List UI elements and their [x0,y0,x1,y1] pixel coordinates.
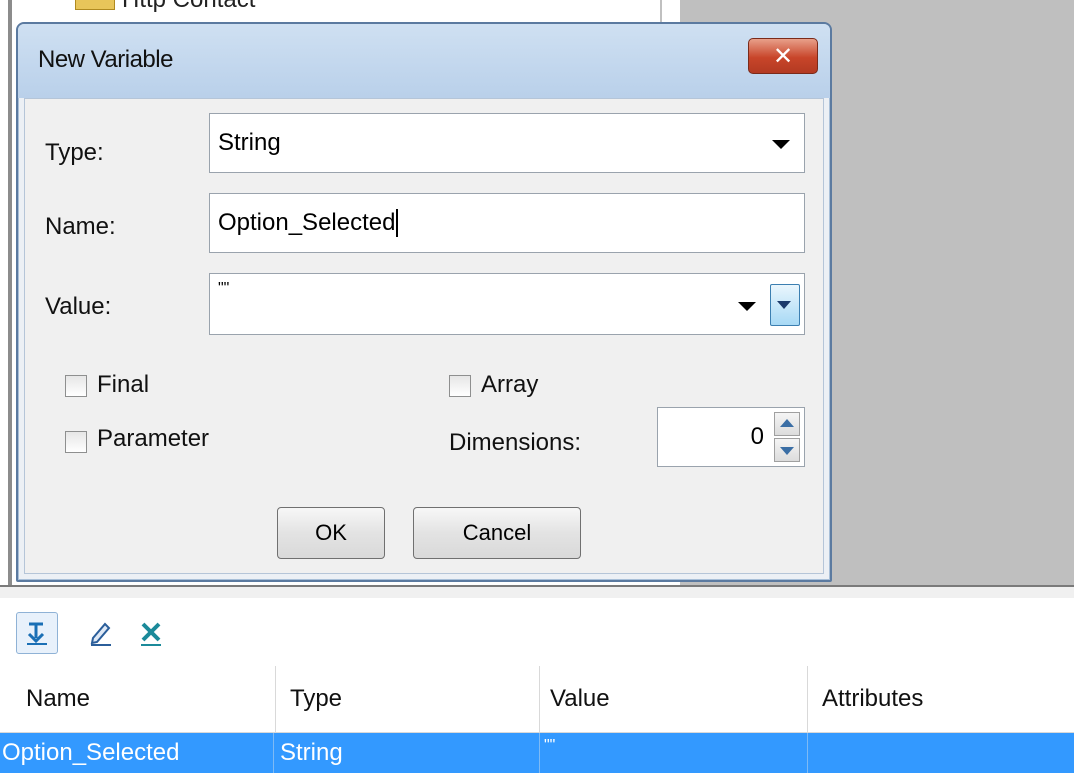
ok-button[interactable]: OK [277,507,385,559]
dialog-title: New Variable [38,46,173,73]
dimensions-value: 0 [750,423,764,450]
name-value: Option_Selected [218,209,396,236]
edit-variable-button[interactable] [80,612,122,654]
name-input[interactable]: Option_Selected [209,193,805,253]
value-label: Value: [45,293,112,320]
dialog-titlebar[interactable]: New Variable ✕ [18,24,830,98]
close-button[interactable]: ✕ [748,38,818,74]
edit-pencil-icon [90,622,111,646]
chevron-down-icon [772,140,790,149]
name-label: Name: [45,213,116,240]
spin-up-icon [780,419,794,427]
column-header-value[interactable]: Value [540,666,808,732]
value-combobox[interactable]: "" [209,273,805,335]
type-dropdown[interactable]: String [209,113,805,173]
new-variable-dialog: New Variable ✕ Type: String Name: Option… [16,22,832,582]
spin-down-icon [780,447,794,455]
final-checkbox[interactable] [65,375,87,397]
variables-pane: Name Type Value Attributes Option_Select… [0,598,1074,773]
cell-value: "" [540,733,808,773]
cancel-button[interactable]: Cancel [413,507,581,559]
tree-item-http-contact[interactable]: Http Contact [122,0,255,14]
pane-splitter[interactable] [0,585,1074,599]
chevron-down-icon [738,302,756,311]
type-value: String [218,129,281,156]
value-text: "" [218,280,230,297]
table-row[interactable]: Option_Selected String "" [0,733,1074,773]
array-label: Array [481,371,539,398]
folder-icon [75,0,115,10]
text-cursor [396,209,399,237]
type-label: Type: [45,139,104,166]
column-header-type[interactable]: Type [276,666,540,732]
parameter-label: Parameter [97,425,210,452]
dimensions-label: Dimensions: [449,429,582,456]
close-icon: ✕ [772,42,794,70]
cell-type: String [274,733,540,773]
final-label: Final [97,371,150,398]
tree-border [8,0,12,590]
parameter-checkbox[interactable] [65,431,87,453]
cell-attributes [808,733,1074,773]
column-header-name[interactable]: Name [18,666,276,732]
delete-x-icon [141,622,161,646]
table-header: Name Type Value Attributes [0,666,1074,733]
variables-toolbar [0,598,1074,664]
cell-name: Option_Selected [0,733,274,773]
add-variable-icon [27,622,47,645]
dialog-body: Type: String Name: Option_Selected Value… [24,98,824,574]
dimensions-spinner[interactable]: 0 [657,407,805,467]
array-checkbox[interactable] [449,375,471,397]
value-dropdown-button[interactable] [770,284,800,326]
spin-up-button[interactable] [774,412,800,436]
delete-variable-button[interactable] [130,612,172,654]
column-header-attributes[interactable]: Attributes [808,666,1074,732]
spin-down-button[interactable] [774,438,800,462]
add-variable-button[interactable] [16,612,58,654]
dropdown-arrow-icon [777,301,791,309]
